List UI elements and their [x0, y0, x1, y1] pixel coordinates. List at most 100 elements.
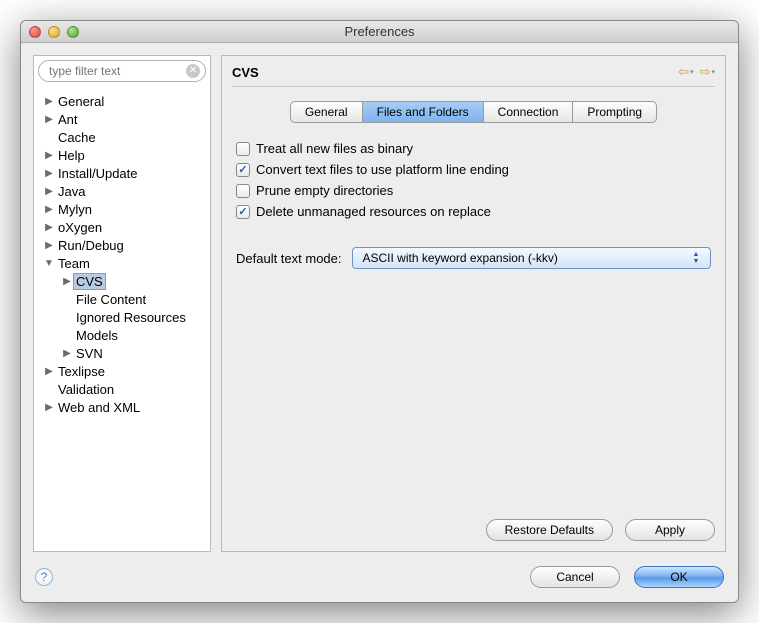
tree-item-label: SVN — [74, 346, 105, 361]
ok-button[interactable]: OK — [634, 566, 724, 588]
content-panel: CVS ⇦▾ ⇨▾ GeneralFiles and FoldersConnec… — [221, 55, 726, 552]
checkbox-row: Prune empty directories — [236, 183, 711, 198]
tree-item[interactable]: ▶CVS — [38, 272, 206, 290]
footer-buttons: Cancel OK — [530, 566, 724, 588]
checkbox-row: Delete unmanaged resources on replace — [236, 204, 711, 219]
disclosure-icon[interactable]: ▶ — [60, 276, 74, 287]
search-wrap: ✕ — [34, 56, 210, 86]
sidebar: ✕ ▶General▶AntCache▶Help▶Install/Update▶… — [33, 55, 211, 552]
tree-item[interactable]: ▶Install/Update — [38, 164, 206, 182]
disclosure-icon[interactable]: ▶ — [42, 186, 56, 197]
tab-files-and-folders[interactable]: Files and Folders — [363, 102, 484, 122]
tree-item-label: Mylyn — [56, 202, 94, 217]
page-title: CVS — [232, 65, 259, 80]
tree-item[interactable]: Validation — [38, 380, 206, 398]
page-buttons: Restore Defaults Apply — [232, 509, 715, 541]
disclosure-icon[interactable]: ▶ — [42, 366, 56, 377]
restore-defaults-button[interactable]: Restore Defaults — [486, 519, 613, 541]
checkbox-group: Treat all new files as binary Convert tex… — [232, 135, 715, 225]
tree-item-label: General — [56, 94, 106, 109]
tree-item[interactable]: File Content — [38, 290, 206, 308]
tab-row: GeneralFiles and FoldersConnectionPrompt… — [290, 101, 657, 123]
back-button[interactable]: ⇦▾ — [678, 64, 693, 80]
tree-item[interactable]: ▶Texlipse — [38, 362, 206, 380]
tree-item-label: Run/Debug — [56, 238, 126, 253]
tree-item[interactable]: ▼Team — [38, 254, 206, 272]
tree-item[interactable]: ▶General — [38, 92, 206, 110]
disclosure-icon[interactable]: ▶ — [42, 96, 56, 107]
tree-item-label: File Content — [74, 292, 148, 307]
tree-item[interactable]: Models — [38, 326, 206, 344]
tree-item-label: Cache — [56, 130, 98, 145]
default-text-mode-row: Default text mode: ASCII with keyword ex… — [232, 247, 715, 269]
content-header: CVS ⇦▾ ⇨▾ — [232, 64, 715, 87]
main-split: ✕ ▶General▶AntCache▶Help▶Install/Update▶… — [21, 43, 738, 558]
zoom-icon[interactable] — [67, 26, 79, 38]
window-controls — [29, 26, 79, 38]
disclosure-icon[interactable]: ▶ — [42, 114, 56, 125]
close-icon[interactable] — [29, 26, 41, 38]
tree-item-label: oXygen — [56, 220, 104, 235]
disclosure-icon[interactable]: ▶ — [42, 150, 56, 161]
preferences-window: Preferences ✕ ▶General▶AntCache▶Help▶Ins… — [20, 20, 739, 603]
checkbox-row: Convert text files to use platform line … — [236, 162, 711, 177]
disclosure-icon[interactable]: ▶ — [60, 348, 74, 359]
mode-value: ASCII with keyword expansion (-kkv) — [363, 251, 558, 265]
tree-item[interactable]: ▶Web and XML — [38, 398, 206, 416]
dialog-footer: ? Cancel OK — [21, 558, 738, 602]
titlebar: Preferences — [21, 21, 738, 43]
checkbox[interactable] — [236, 184, 250, 198]
tab-prompting[interactable]: Prompting — [573, 102, 656, 122]
checkbox[interactable] — [236, 142, 250, 156]
checkbox-label: Prune empty directories — [256, 183, 393, 198]
mode-label: Default text mode: — [236, 251, 342, 266]
clear-icon[interactable]: ✕ — [186, 64, 200, 78]
tree-item-label: Texlipse — [56, 364, 107, 379]
tree-item-label: Ignored Resources — [74, 310, 188, 325]
disclosure-icon[interactable]: ▶ — [42, 168, 56, 179]
tree-item[interactable]: ▶Mylyn — [38, 200, 206, 218]
tree-item[interactable]: ▶oXygen — [38, 218, 206, 236]
help-icon[interactable]: ? — [35, 568, 53, 586]
minimize-icon[interactable] — [48, 26, 60, 38]
tree-item-label: CVS — [74, 274, 105, 289]
checkbox[interactable] — [236, 205, 250, 219]
tab-bar: GeneralFiles and FoldersConnectionPrompt… — [232, 101, 715, 123]
window-body: ✕ ▶General▶AntCache▶Help▶Install/Update▶… — [21, 43, 738, 602]
filter-input[interactable] — [38, 60, 206, 82]
checkbox-label: Treat all new files as binary — [256, 141, 413, 156]
disclosure-icon[interactable]: ▶ — [42, 204, 56, 215]
disclosure-icon[interactable]: ▶ — [42, 402, 56, 413]
tree-item-label: Web and XML — [56, 400, 142, 415]
tree-item-label: Models — [74, 328, 120, 343]
disclosure-icon[interactable]: ▼ — [42, 258, 56, 269]
nav-arrows: ⇦▾ ⇨▾ — [678, 64, 715, 80]
tree-item-label: Team — [56, 256, 92, 271]
tab-general[interactable]: General — [291, 102, 363, 122]
tree-item-label: Ant — [56, 112, 80, 127]
window-title: Preferences — [21, 24, 738, 39]
disclosure-icon[interactable]: ▶ — [42, 240, 56, 251]
checkbox-label: Delete unmanaged resources on replace — [256, 204, 491, 219]
disclosure-icon[interactable]: ▶ — [42, 222, 56, 233]
checkbox-label: Convert text files to use platform line … — [256, 162, 509, 177]
checkbox-row: Treat all new files as binary — [236, 141, 711, 156]
tree-item[interactable]: ▶Java — [38, 182, 206, 200]
tree-item-label: Validation — [56, 382, 116, 397]
tree-item[interactable]: ▶Help — [38, 146, 206, 164]
preference-tree[interactable]: ▶General▶AntCache▶Help▶Install/Update▶Ja… — [34, 86, 210, 551]
tree-item-label: Java — [56, 184, 87, 199]
mode-select[interactable]: ASCII with keyword expansion (-kkv) ▲▼ — [352, 247, 712, 269]
tree-item[interactable]: ▶Ant — [38, 110, 206, 128]
tree-item[interactable]: Cache — [38, 128, 206, 146]
tree-item[interactable]: ▶Run/Debug — [38, 236, 206, 254]
tree-item-label: Help — [56, 148, 87, 163]
cancel-button[interactable]: Cancel — [530, 566, 620, 588]
tab-connection[interactable]: Connection — [484, 102, 574, 122]
forward-button[interactable]: ⇨▾ — [700, 64, 715, 80]
checkbox[interactable] — [236, 163, 250, 177]
tree-item-label: Install/Update — [56, 166, 140, 181]
tree-item[interactable]: Ignored Resources — [38, 308, 206, 326]
tree-item[interactable]: ▶SVN — [38, 344, 206, 362]
apply-button[interactable]: Apply — [625, 519, 715, 541]
